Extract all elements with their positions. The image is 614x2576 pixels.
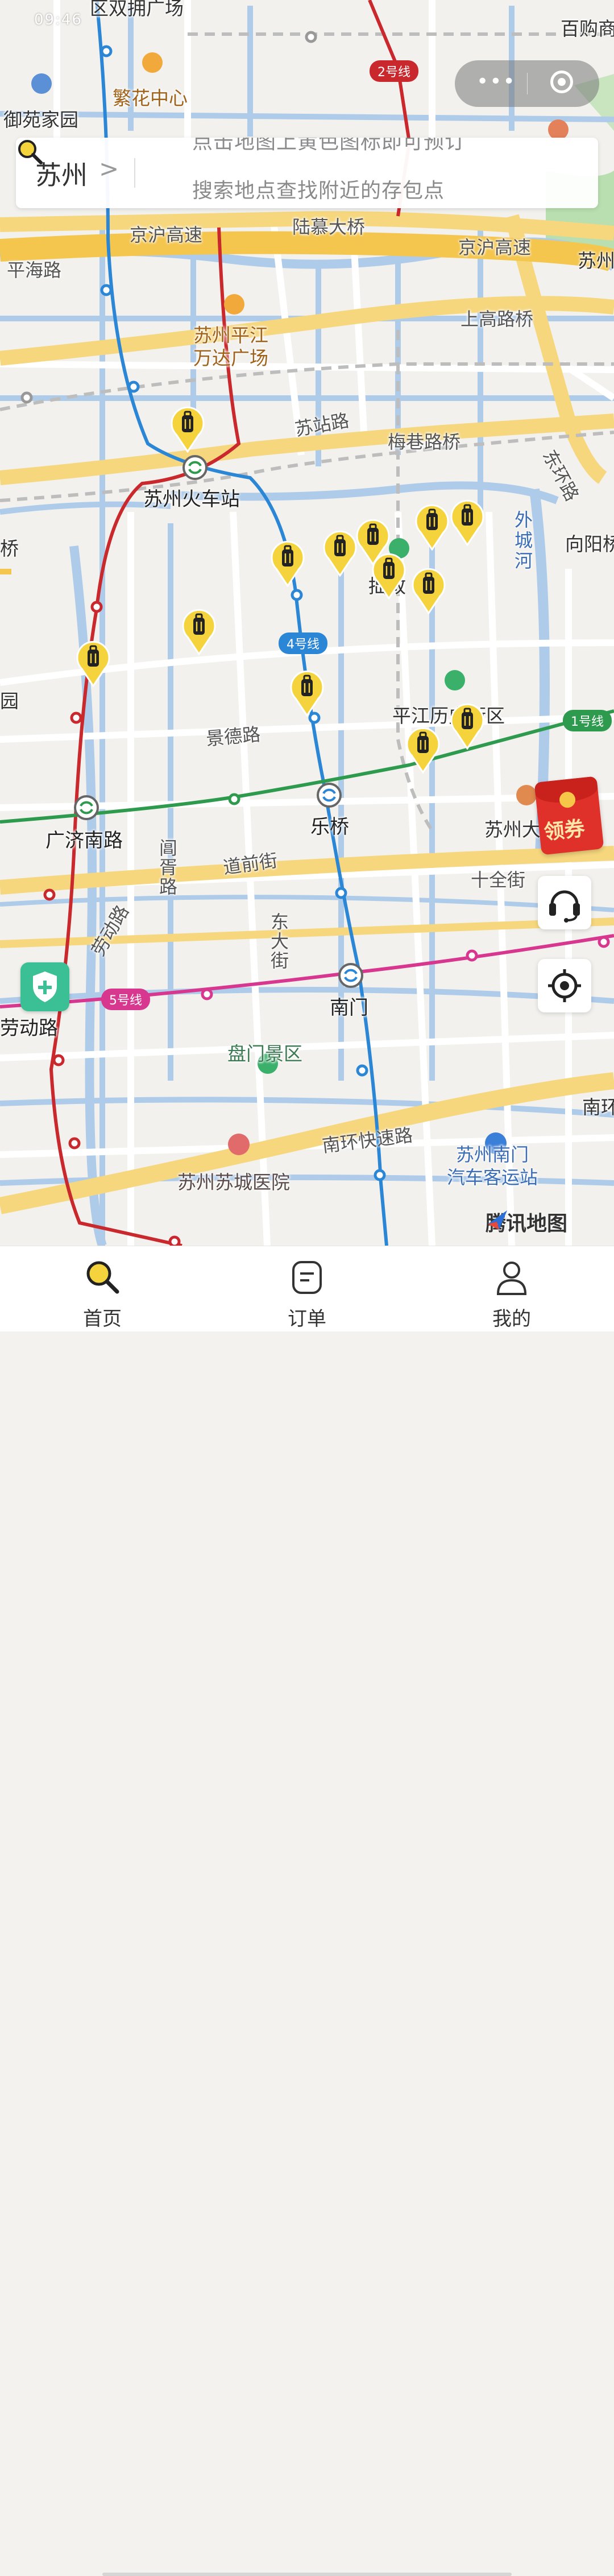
- map-label-bus-station: 苏州南门 汽车客运站: [447, 1144, 538, 1188]
- search-bar[interactable]: 苏州 > 点击地图上黄色图标即可预订 搜索地点查找附近的存包点: [16, 138, 598, 208]
- tencent-map-icon: [488, 1210, 507, 1230]
- tab-profile-label: 我的: [492, 1308, 531, 1330]
- more-dots-icon[interactable]: •••: [476, 71, 516, 93]
- metro-line-5-badge: 5号线: [101, 989, 150, 1010]
- coupon-label: 领券: [542, 817, 586, 845]
- locker-pin[interactable]: [410, 567, 447, 614]
- chevron-right-icon[interactable]: >: [99, 155, 119, 183]
- search-icon[interactable]: [16, 138, 44, 166]
- target-icon[interactable]: [550, 71, 573, 93]
- tab-profile[interactable]: 我的: [455, 1246, 569, 1332]
- search-hint-line1: 点击地图上黄色图标即可预订: [192, 138, 466, 154]
- locker-pin[interactable]: [181, 607, 217, 655]
- locker-pin[interactable]: [169, 405, 206, 453]
- locker-pin[interactable]: [322, 529, 358, 577]
- tab-home[interactable]: 首页: [45, 1246, 159, 1332]
- capsule-divider: [527, 73, 528, 94]
- locate-icon: [548, 969, 581, 1002]
- divider: [134, 158, 135, 188]
- locker-pin[interactable]: [289, 669, 325, 717]
- map-label-road: 阊胥路: [159, 837, 178, 898]
- tab-orders[interactable]: 订单: [250, 1246, 364, 1332]
- tab-home-label: 首页: [83, 1308, 122, 1330]
- user-icon: [496, 1262, 527, 1295]
- map-label-road: 劳动路: [0, 1017, 58, 1040]
- map-label-station: 广济南路: [45, 829, 123, 852]
- bottom-tab-bar: 首页 订单 我的: [0, 1246, 614, 2576]
- order-icon: [292, 1261, 322, 1294]
- residential-icon: [31, 73, 52, 94]
- map-label-road: 东大街: [271, 911, 289, 971]
- support-button[interactable]: [538, 876, 591, 929]
- tab-orders-label: 订单: [288, 1308, 326, 1330]
- locker-pin[interactable]: [371, 552, 407, 599]
- map-label: 南环: [582, 1096, 614, 1118]
- map-label-pingjiang: 平江历史街区: [392, 705, 505, 727]
- locker-pin[interactable]: [414, 503, 450, 551]
- locate-button[interactable]: [538, 959, 591, 1012]
- scenic-icon: [445, 670, 465, 690]
- map-view[interactable]: 2号线 4号线 1号线 5号线 区双拥广场 繁花中心 御苑家园 百购商 京沪高速…: [0, 0, 614, 1246]
- map-label: 桥: [0, 537, 19, 560]
- map-label-wanda: 苏州平江 万达广场: [193, 324, 268, 369]
- map-label-road: 十全街: [471, 869, 526, 891]
- map-label-highway: 京沪高速: [130, 224, 203, 246]
- map-label-yuyuan: 御苑家园: [3, 109, 78, 131]
- map-label-station: 苏州火车站: [143, 488, 240, 511]
- headset-icon: [549, 890, 580, 923]
- map-label-bridge: 梅巷路桥: [388, 431, 461, 453]
- locker-pin[interactable]: [449, 702, 486, 750]
- map-label-water: 外城河: [515, 509, 533, 572]
- miniprogram-capsule: •••: [455, 60, 599, 107]
- map-label: 百购商: [561, 18, 614, 40]
- school-icon: [516, 785, 537, 805]
- shop-icon: [548, 119, 569, 140]
- locker-pin[interactable]: [405, 726, 441, 774]
- locker-pin[interactable]: [75, 639, 111, 687]
- mall-icon: [224, 294, 244, 315]
- safety-button[interactable]: [20, 962, 69, 1011]
- map-provider-logo: 腾讯地图: [486, 1207, 567, 1237]
- search-hint-line2: 搜索地点查找附近的存包点: [192, 179, 445, 202]
- map-label: 区双拥广场: [90, 0, 184, 19]
- map-label: 园: [0, 690, 19, 712]
- metro-line-4-badge: 4号线: [279, 632, 327, 654]
- home-indicator: [102, 2573, 512, 2576]
- map-label-panmen: 盘门景区: [227, 1043, 302, 1065]
- shield-plus-icon: [33, 971, 57, 1002]
- mall-icon: [142, 52, 163, 73]
- map-label-station: 南门: [330, 997, 368, 1019]
- hospital-icon: [228, 1134, 250, 1155]
- coupon-button[interactable]: 领券: [534, 776, 604, 855]
- map-label: 苏州: [578, 250, 614, 272]
- map-label-bridge: 陆慕大桥: [292, 216, 366, 238]
- map-label-highway: 京沪高速: [458, 237, 532, 258]
- status-bar-time: 09:46: [34, 11, 82, 28]
- metro-line-2-badge: 2号线: [370, 60, 418, 82]
- locker-pin[interactable]: [449, 498, 486, 546]
- map-label-road: 景德路: [205, 723, 262, 750]
- map-label-road: 平海路: [7, 259, 62, 281]
- map-label-hospital: 苏州苏城医院: [177, 1171, 290, 1193]
- map-label-bridge: 上高路桥: [460, 308, 534, 330]
- locker-pin[interactable]: [269, 539, 306, 587]
- map-label-fanhua: 繁花中心: [113, 87, 188, 109]
- metro-line-1-badge: 1号线: [563, 710, 612, 731]
- map-label-station: 乐桥: [310, 816, 349, 838]
- search-icon: [86, 1261, 119, 1294]
- map-label-bridge: 向阳桥: [565, 533, 614, 555]
